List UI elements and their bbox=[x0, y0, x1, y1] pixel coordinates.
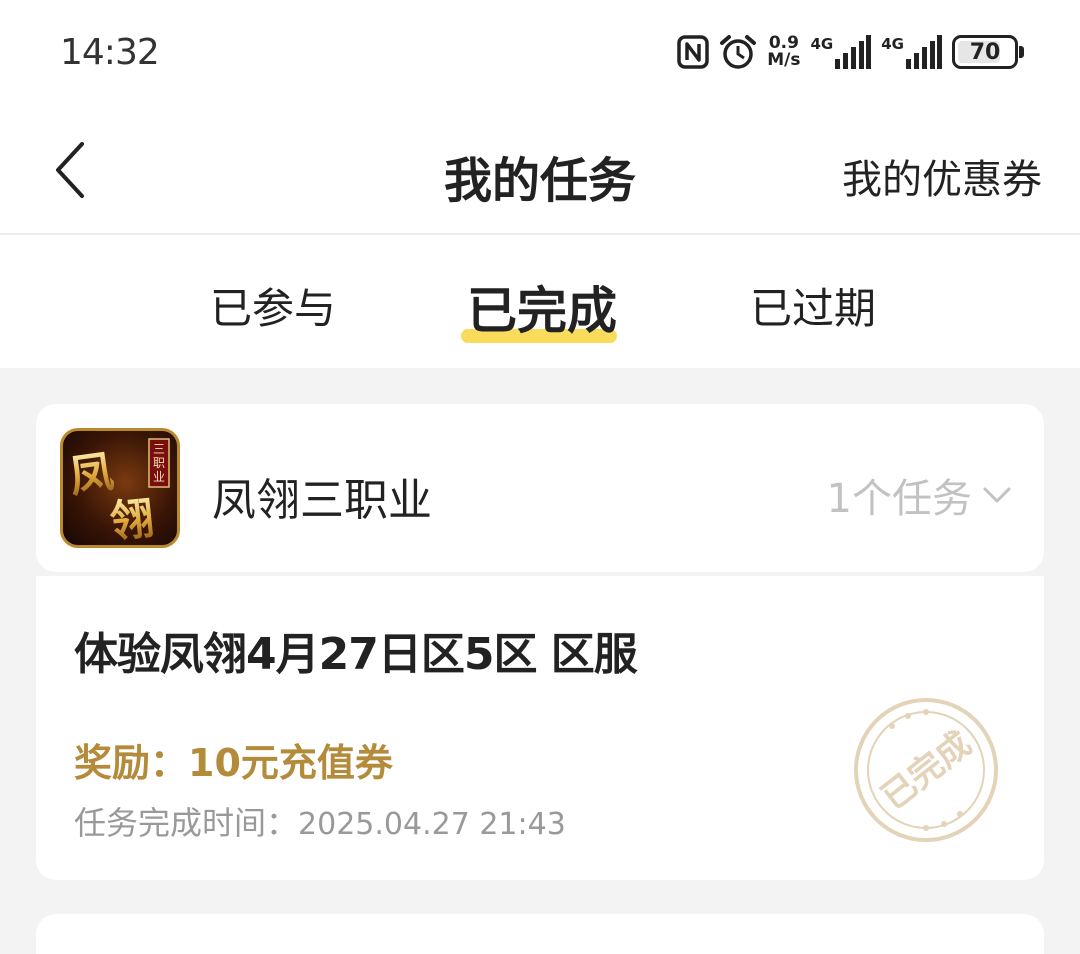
task-title: 体验凤翎4月27日区5区 区服 bbox=[74, 629, 638, 680]
stamp-text: 已完成 bbox=[874, 724, 979, 818]
task-count-toggle[interactable]: 1个任务 bbox=[827, 466, 1012, 524]
svg-text:三: 三 bbox=[153, 442, 165, 456]
game-card-header[interactable]: 凤 翎 三 职 业 凤翎三职业 1个任务 bbox=[36, 404, 1044, 572]
game-logo: 凤 翎 三 职 业 bbox=[60, 428, 180, 548]
chevron-down-icon bbox=[983, 487, 1011, 503]
tab-label: 已完成 bbox=[467, 282, 617, 340]
status-time: 14:32 bbox=[60, 32, 160, 73]
task-card[interactable]: 体验凤翎4月27日区5区 区服 奖励：10元充值券 任务完成时间：2025.04… bbox=[36, 576, 1044, 880]
svg-text:业: 业 bbox=[153, 470, 165, 484]
task-count: 1个任务 bbox=[826, 476, 972, 522]
task-tabs: 已参与 已完成 已过期 bbox=[0, 235, 1080, 368]
svg-text:职: 职 bbox=[153, 456, 165, 470]
status-icons: 0.9 M/s 4G 4G 70 bbox=[677, 30, 1024, 74]
next-game-card[interactable] bbox=[36, 914, 1044, 954]
tab-label: 已过期 bbox=[750, 284, 877, 333]
status-bar: 14:32 0.9 M/s 4G 4G 70 bbox=[0, 0, 1080, 105]
net-speed-unit: M/s bbox=[767, 50, 801, 70]
task-reward: 奖励：10元充值券 bbox=[74, 732, 393, 787]
nav-bar: 我的任务 我的优惠券 bbox=[0, 105, 1080, 235]
game-name: 凤翎三职业 bbox=[212, 475, 432, 526]
signal-icon: 4G bbox=[811, 35, 872, 69]
battery-icon: 70 bbox=[952, 35, 1024, 69]
tab-completed[interactable]: 已完成 bbox=[461, 271, 617, 343]
tab-participated[interactable]: 已参与 bbox=[210, 275, 336, 336]
logo-char-1: 凤 bbox=[66, 446, 117, 503]
finish-time: 任务完成时间：2025.04.27 21:43 bbox=[74, 798, 566, 844]
finish-time-value: 2025.04.27 21:43 bbox=[298, 807, 566, 842]
sim1-label: 4G bbox=[810, 35, 834, 53]
sim2-label: 4G bbox=[881, 35, 904, 53]
nfc-icon bbox=[677, 35, 709, 69]
reward-value: 10元充值券 bbox=[188, 741, 393, 785]
completed-stamp: 已完成 bbox=[852, 696, 1000, 844]
tab-expired[interactable]: 已过期 bbox=[750, 275, 876, 336]
signal-icon: 4G bbox=[881, 35, 942, 69]
my-coupons-link[interactable]: 我的优惠券 bbox=[842, 147, 1042, 205]
alarm-icon bbox=[719, 34, 757, 70]
battery-level: 70 bbox=[969, 39, 1001, 65]
finish-time-label: 任务完成时间： bbox=[74, 804, 299, 842]
reward-label: 奖励： bbox=[74, 741, 189, 785]
net-speed: 0.9 M/s bbox=[767, 35, 800, 69]
logo-char-2: 翎 bbox=[107, 493, 156, 545]
tab-label: 已参与 bbox=[210, 284, 337, 333]
